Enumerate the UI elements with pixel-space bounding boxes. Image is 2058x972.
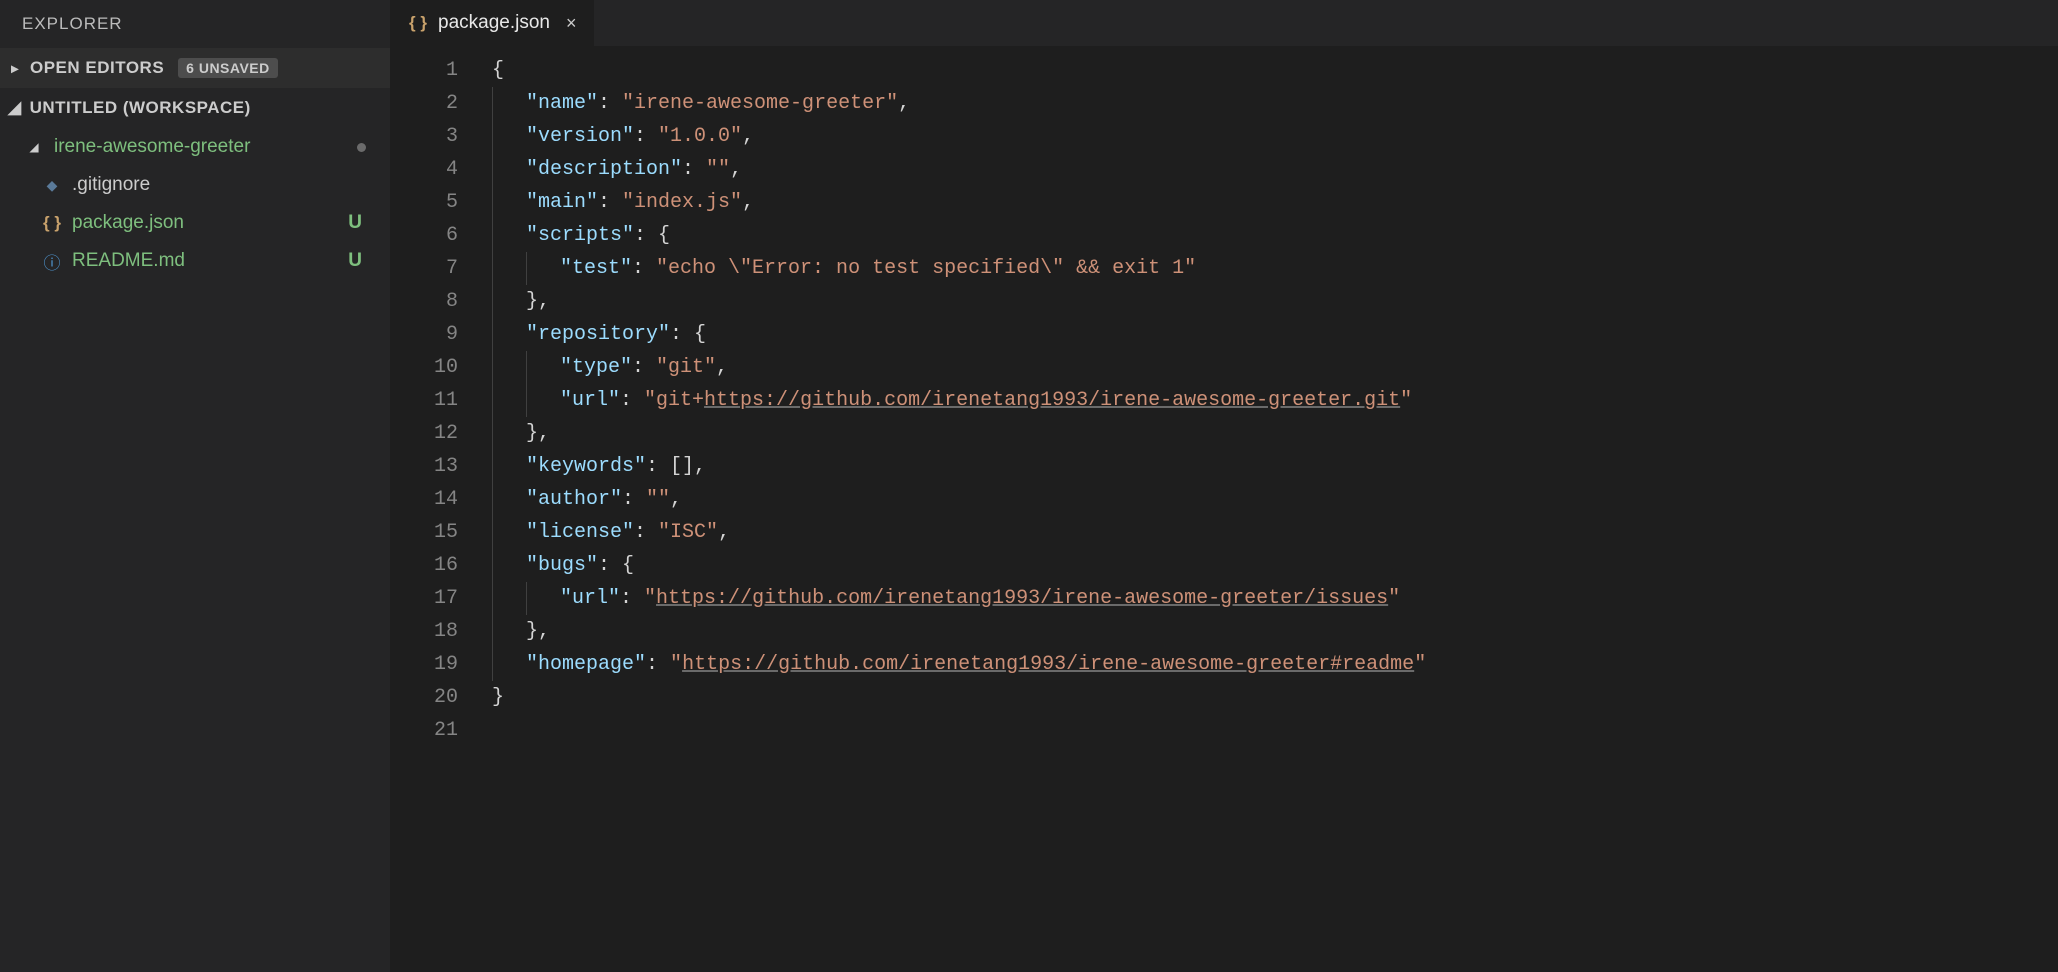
- code-line[interactable]: "test": "echo \"Error: no test specified…: [492, 252, 2058, 285]
- line-number: 15: [390, 516, 458, 549]
- line-number: 11: [390, 384, 458, 417]
- workspace-header[interactable]: ◢ UNTITLED (WORKSPACE): [0, 88, 390, 128]
- line-number: 12: [390, 417, 458, 450]
- line-number: 7: [390, 252, 458, 285]
- line-number: 17: [390, 582, 458, 615]
- code-line[interactable]: }: [492, 681, 2058, 714]
- line-number: 8: [390, 285, 458, 318]
- code-line[interactable]: "repository": {: [492, 318, 2058, 351]
- folder-name: irene-awesome-greeter: [54, 136, 250, 158]
- line-number: 3: [390, 120, 458, 153]
- explorer-sidebar: EXPLORER ▸ OPEN EDITORS 6 UNSAVED ◢ UNTI…: [0, 0, 390, 972]
- open-editors-label: OPEN EDITORS: [30, 58, 164, 78]
- close-icon[interactable]: ×: [566, 13, 577, 34]
- workspace-label: UNTITLED (WORKSPACE): [30, 98, 251, 118]
- line-number: 13: [390, 450, 458, 483]
- code-line[interactable]: "keywords": [],: [492, 450, 2058, 483]
- editor-area: { } package.json × 123456789101112131415…: [390, 0, 2058, 972]
- code-line[interactable]: "url": "git+https://github.com/irenetang…: [492, 384, 2058, 417]
- tab-package-json[interactable]: { } package.json ×: [390, 0, 595, 46]
- tab-filename: package.json: [438, 12, 550, 34]
- folder-row[interactable]: ◢ irene-awesome-greeter: [0, 128, 390, 166]
- code-line[interactable]: [492, 714, 2058, 747]
- unsaved-badge: 6 UNSAVED: [178, 58, 278, 78]
- chevron-down-icon: ◢: [8, 98, 22, 118]
- chevron-down-icon: ◢: [24, 137, 44, 157]
- code-line[interactable]: },: [492, 285, 2058, 318]
- code-line[interactable]: "name": "irene-awesome-greeter",: [492, 87, 2058, 120]
- code-area[interactable]: 123456789101112131415161718192021 {"name…: [390, 46, 2058, 972]
- code-line[interactable]: },: [492, 417, 2058, 450]
- braces-icon: { }: [408, 13, 428, 33]
- file-row[interactable]: ◆ .gitignore: [0, 166, 390, 204]
- line-gutter: 123456789101112131415161718192021: [390, 54, 480, 972]
- line-number: 2: [390, 87, 458, 120]
- code-line[interactable]: "url": "https://github.com/irenetang1993…: [492, 582, 2058, 615]
- chevron-right-icon: ▸: [8, 60, 22, 77]
- braces-icon: { }: [42, 213, 62, 233]
- code-line[interactable]: "license": "ISC",: [492, 516, 2058, 549]
- line-number: 21: [390, 714, 458, 747]
- code-line[interactable]: "scripts": {: [492, 219, 2058, 252]
- line-number: 14: [390, 483, 458, 516]
- line-number: 18: [390, 615, 458, 648]
- file-name: .gitignore: [72, 174, 150, 196]
- explorer-title: EXPLORER: [0, 0, 390, 48]
- file-name: package.json: [72, 212, 184, 234]
- line-number: 5: [390, 186, 458, 219]
- line-number: 16: [390, 549, 458, 582]
- info-icon: ⓘ: [42, 251, 62, 271]
- code-content[interactable]: {"name": "irene-awesome-greeter","versio…: [480, 54, 2058, 972]
- line-number: 19: [390, 648, 458, 681]
- line-number: 9: [390, 318, 458, 351]
- code-line[interactable]: "description": "",: [492, 153, 2058, 186]
- app-root: EXPLORER ▸ OPEN EDITORS 6 UNSAVED ◢ UNTI…: [0, 0, 2058, 972]
- line-number: 4: [390, 153, 458, 186]
- line-number: 20: [390, 681, 458, 714]
- file-name: README.md: [72, 250, 185, 272]
- code-line[interactable]: "author": "",: [492, 483, 2058, 516]
- code-line[interactable]: "homepage": "https://github.com/irenetan…: [492, 648, 2058, 681]
- git-status-badge: U: [348, 212, 362, 234]
- code-line[interactable]: "version": "1.0.0",: [492, 120, 2058, 153]
- code-line[interactable]: "type": "git",: [492, 351, 2058, 384]
- tab-bar: { } package.json ×: [390, 0, 2058, 46]
- file-row[interactable]: ⓘ README.md U: [0, 242, 390, 280]
- line-number: 10: [390, 351, 458, 384]
- diamond-icon: ◆: [42, 175, 62, 195]
- file-row[interactable]: { } package.json U: [0, 204, 390, 242]
- open-editors-section: ▸ OPEN EDITORS 6 UNSAVED: [0, 48, 390, 88]
- code-line[interactable]: "bugs": {: [492, 549, 2058, 582]
- file-list: ◆ .gitignore { } package.json Uⓘ README.md U: [0, 166, 390, 280]
- line-number: 1: [390, 54, 458, 87]
- open-editors-header[interactable]: ▸ OPEN EDITORS 6 UNSAVED: [0, 48, 390, 88]
- code-line[interactable]: },: [492, 615, 2058, 648]
- code-line[interactable]: "main": "index.js",: [492, 186, 2058, 219]
- line-number: 6: [390, 219, 458, 252]
- code-line[interactable]: {: [492, 54, 2058, 87]
- git-status-badge: U: [348, 250, 362, 272]
